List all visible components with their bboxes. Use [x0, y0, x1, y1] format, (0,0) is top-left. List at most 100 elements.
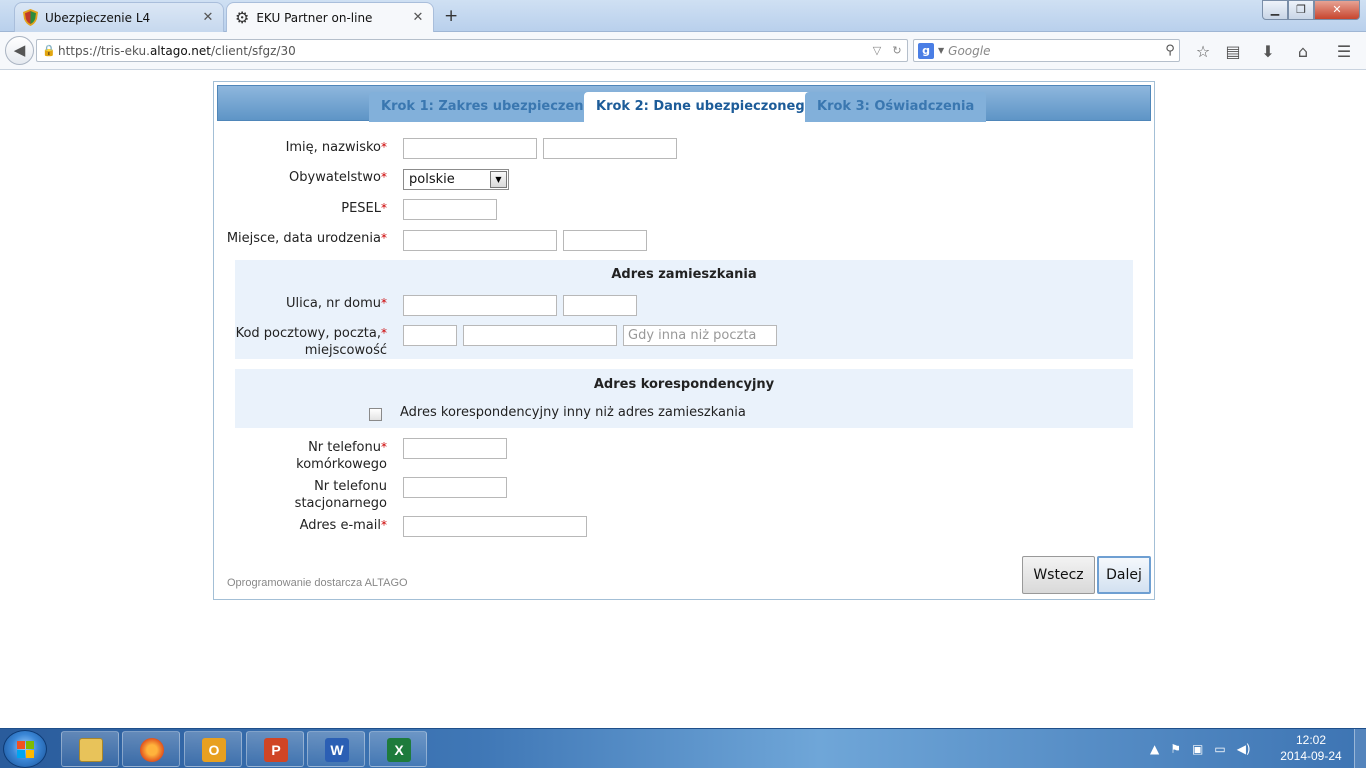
show-desktop-button[interactable] [1354, 729, 1366, 768]
system-tray: ▲ ⚑ ▣ ▭ ◀) [1150, 729, 1251, 768]
search-input[interactable]: Google [948, 44, 1161, 58]
bookmark-star-icon[interactable]: ☆ [1192, 41, 1214, 63]
close-icon[interactable]: ✕ [411, 10, 425, 25]
postal-label-line1: Kod pocztowy, poczta, [235, 326, 381, 341]
start-button[interactable] [3, 730, 47, 768]
search-bar[interactable]: g ▼ Google ⚲ [913, 39, 1180, 62]
firefox-icon [140, 738, 164, 762]
taskbar-powerpoint[interactable]: P [246, 731, 304, 767]
required-mark: * [381, 140, 387, 154]
birth-label-text: Miejsce, data urodzenia [226, 231, 381, 246]
dropdown-arrow-icon[interactable]: ▽ [867, 44, 887, 57]
pesel-field[interactable] [403, 199, 497, 220]
folder-icon [79, 738, 103, 762]
taskbar-outlook[interactable]: O [184, 731, 242, 767]
tab-ubezpieczenie-l4[interactable]: Ubezpieczenie L4 ✕ [14, 2, 224, 32]
landline-phone-field[interactable] [403, 477, 507, 498]
last-name-field[interactable] [543, 138, 677, 159]
powerpoint-icon: P [264, 738, 288, 762]
correspondence-checkbox-label: Adres korespondencyjny inny niż adres za… [400, 405, 746, 420]
reload-icon[interactable]: ↻ [887, 44, 907, 57]
landline-label-line1: Nr telefonu [314, 479, 387, 494]
street-field[interactable] [403, 295, 557, 316]
required-mark: * [381, 518, 387, 532]
postal-label-line2: miejscowość [304, 343, 387, 358]
url-domain: altago.net [149, 43, 211, 58]
landline-label: Nr telefonu stacjonarnego [217, 478, 387, 512]
first-name-field[interactable] [403, 138, 537, 159]
close-icon[interactable]: ✕ [201, 10, 215, 25]
mobile-phone-field[interactable] [403, 438, 507, 459]
email-label: Adres e-mail* [217, 517, 387, 534]
lock-icon: 🔒 [42, 44, 56, 57]
clock[interactable]: 12:02 2014-09-24 [1276, 732, 1346, 764]
required-mark: * [381, 326, 387, 340]
tab-step-3[interactable]: Krok 3: Oświadczenia [805, 92, 987, 122]
excel-icon: X [387, 738, 411, 762]
tab-step-2[interactable]: Krok 2: Dane ubezpieczonego [584, 92, 826, 122]
address-bar[interactable]: 🔒 https://tris-eku.altago.net/client/sfg… [36, 39, 908, 62]
taskbar: O P W X ▲ ⚑ ▣ ▭ ◀) 12:02 2014-09-24 [0, 728, 1366, 768]
shield-icon [23, 9, 38, 26]
taskbar-explorer[interactable] [61, 731, 119, 767]
browser-navbar: ◀ 🔒 https://tris-eku.altago.net/client/s… [0, 32, 1366, 70]
citizenship-select[interactable]: polskie ▼ [403, 169, 509, 190]
url-path: /client/sfgz/30 [210, 43, 296, 58]
chevron-down-icon[interactable]: ▼ [490, 171, 507, 188]
required-mark: * [381, 296, 387, 310]
network-icon[interactable]: ▭ [1214, 742, 1225, 756]
new-tab-icon[interactable]: + [444, 6, 458, 26]
tab-eku-partner[interactable]: ⚙ EKU Partner on-line ✕ [226, 2, 434, 32]
next-button[interactable]: Dalej [1097, 556, 1151, 594]
city-field[interactable]: Gdy inna niż poczta [623, 325, 777, 346]
browser-tabbar: Ubezpieczenie L4 ✕ ⚙ EKU Partner on-line… [0, 0, 1366, 32]
mobile-label-line1: Nr telefonu [308, 440, 381, 455]
residence-title: Adres zamieszkania [611, 267, 757, 282]
home-icon[interactable]: ⌂ [1292, 41, 1314, 63]
action-center-flag-icon[interactable]: ⚑ [1170, 742, 1181, 756]
back-button[interactable]: Wstecz [1022, 556, 1095, 594]
email-label-text: Adres e-mail [299, 518, 381, 533]
windows-logo-icon [17, 741, 34, 758]
house-number-field[interactable] [563, 295, 637, 316]
name-label: Imię, nazwisko* [217, 139, 387, 156]
minimize-button[interactable]: ▁ [1262, 0, 1288, 20]
url-text: https://tris-eku.altago.net/client/sfgz/… [58, 44, 867, 58]
word-icon: W [325, 738, 349, 762]
residence-section: Adres zamieszkania Ulica, nr domu* Kod p… [235, 260, 1133, 359]
device-icon[interactable]: ▣ [1192, 742, 1203, 756]
required-mark: * [381, 231, 387, 245]
download-icon[interactable]: ⬇ [1257, 41, 1279, 63]
menu-icon[interactable]: ☰ [1333, 41, 1355, 63]
reading-list-icon[interactable]: ▤ [1222, 41, 1244, 63]
required-mark: * [381, 440, 387, 454]
post-office-field[interactable] [463, 325, 617, 346]
postal-code-field[interactable] [403, 325, 457, 346]
taskbar-firefox[interactable] [122, 731, 180, 767]
birth-label: Miejsce, data urodzenia* [217, 230, 387, 247]
street-label-text: Ulica, nr domu [286, 296, 381, 311]
vendor-footer: Oprogramowanie dostarcza ALTAGO [227, 577, 408, 589]
email-field[interactable] [403, 516, 587, 537]
maximize-button[interactable]: ❐ [1288, 0, 1314, 20]
tab-step-1[interactable]: Krok 1: Zakres ubezpieczenia [369, 92, 609, 122]
citizenship-label: Obywatelstwo* [217, 169, 387, 186]
clock-date: 2014-09-24 [1280, 749, 1342, 763]
search-icon[interactable]: ⚲ [1161, 43, 1179, 58]
birth-date-field[interactable] [563, 230, 647, 251]
correspondence-checkbox[interactable] [369, 408, 382, 421]
birth-place-field[interactable] [403, 230, 557, 251]
taskbar-word[interactable]: W [307, 731, 365, 767]
gear-icon: ⚙ [235, 7, 250, 27]
close-window-button[interactable]: ✕ [1314, 0, 1360, 20]
google-icon[interactable]: g [918, 42, 934, 59]
mobile-label: Nr telefonu* komórkowego [217, 439, 387, 473]
tray-expand-icon[interactable]: ▲ [1150, 742, 1159, 756]
citizenship-value: polskie [409, 172, 455, 187]
back-arrow-icon[interactable]: ◀ [5, 36, 34, 65]
taskbar-excel[interactable]: X [369, 731, 427, 767]
volume-icon[interactable]: ◀) [1237, 742, 1251, 756]
correspondence-title: Adres korespondencyjny [593, 377, 775, 392]
chevron-down-icon[interactable]: ▼ [938, 46, 944, 55]
name-label-text: Imię, nazwisko [285, 140, 381, 155]
